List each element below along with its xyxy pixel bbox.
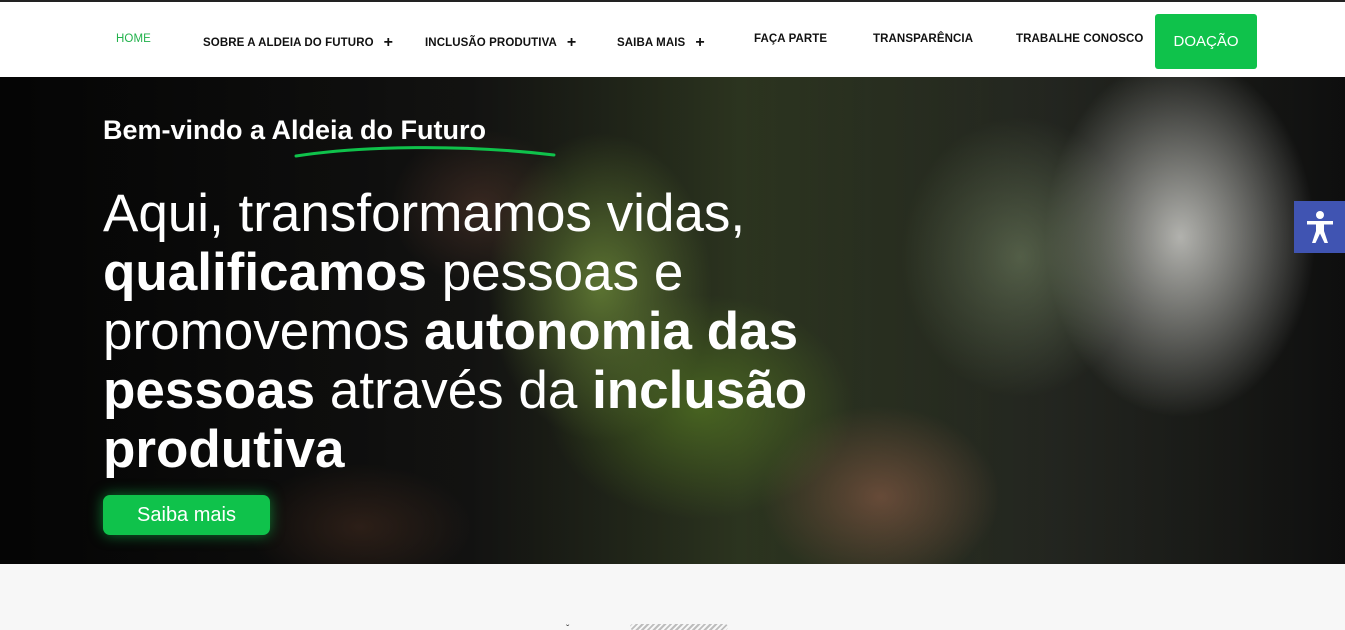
headline-text-1: Aqui, transformamos vidas,	[103, 184, 746, 243]
nav-item-label: TRABALHE CONOSCO	[1016, 33, 1144, 45]
plus-icon: +	[383, 34, 394, 51]
next-section: ˇ	[0, 564, 1345, 630]
main-navigation: HOME SOBRE A ALDEIA DO FUTURO + INCLUSÃO …	[0, 2, 1345, 77]
nav-item-label: HOME	[116, 33, 151, 45]
donate-button[interactable]: DOAÇÃO	[1155, 14, 1257, 69]
nav-item-faca-parte[interactable]: FAÇA PARTE	[754, 33, 827, 45]
nav-item-home[interactable]: HOME	[116, 33, 151, 45]
nav-item-transparencia[interactable]: TRANSPARÊNCIA	[873, 33, 973, 45]
nav-item-label: SAIBA MAIS	[617, 37, 686, 49]
brush-underline-decoration	[294, 146, 556, 158]
welcome-prefix: Bem-vindo a	[103, 115, 272, 145]
nav-item-saiba-mais[interactable]: SAIBA MAIS +	[617, 33, 705, 51]
plus-icon: +	[695, 34, 705, 51]
hero-banner: Bem-vindo a Aldeia do Futuro Aqui, trans…	[0, 77, 1345, 564]
plus-icon: +	[566, 34, 577, 51]
section-decoration	[630, 624, 728, 630]
hero-headline: Aqui, transformamos vidas, qualificamos …	[103, 184, 863, 479]
headline-bold-1: qualificamos	[103, 243, 427, 302]
welcome-highlight: Aldeia do Futuro	[271, 115, 487, 145]
saiba-mais-button[interactable]: Saiba mais	[103, 495, 270, 535]
accessibility-person-icon	[1306, 211, 1333, 243]
nav-item-label: FAÇA PARTE	[754, 33, 828, 45]
nav-item-sobre[interactable]: SOBRE A ALDEIA DO FUTURO +	[203, 33, 393, 51]
nav-item-label: TRANSPARÊNCIA	[873, 33, 974, 45]
nav-item-label: SOBRE A ALDEIA DO FUTURO	[203, 37, 374, 49]
nav-item-trabalhe-conosco[interactable]: TRABALHE CONOSCO	[1016, 33, 1143, 45]
welcome-heading: Bem-vindo a Aldeia do Futuro	[103, 115, 486, 146]
accessibility-toolbar-toggle[interactable]	[1294, 201, 1345, 253]
headline-text-3: através da	[315, 361, 593, 420]
section-title-fragment: ˇ	[566, 624, 570, 630]
nav-item-inclusao-produtiva[interactable]: INCLUSÃO PRODUTIVA +	[425, 33, 576, 51]
nav-item-label: INCLUSÃO PRODUTIVA	[425, 37, 557, 49]
